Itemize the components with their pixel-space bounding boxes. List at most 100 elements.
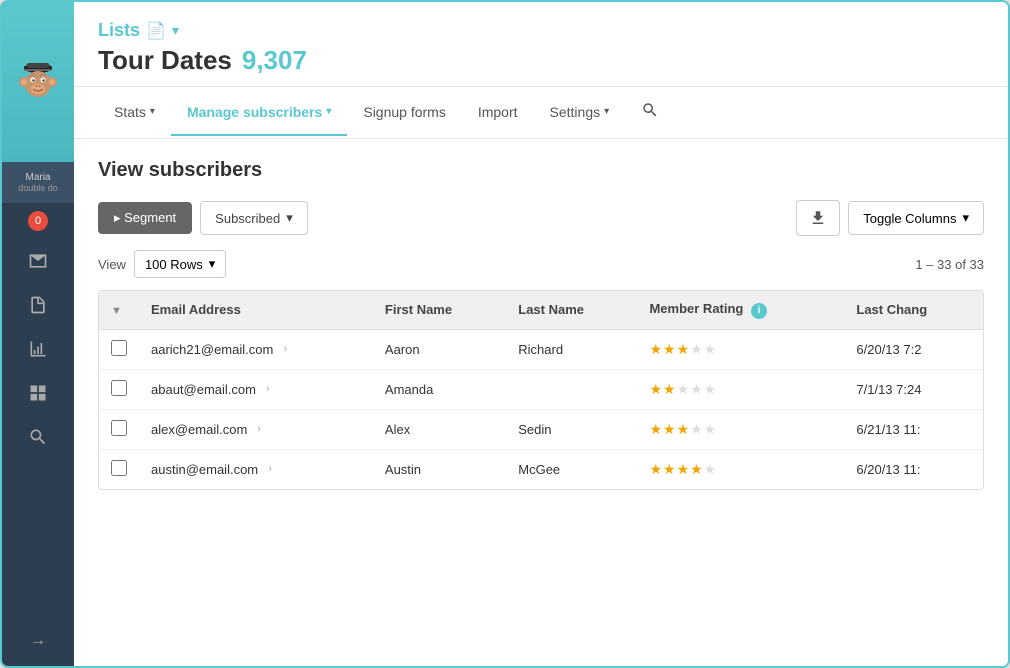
row-first-name: Amanda (373, 369, 506, 409)
toggle-columns-label: Toggle Columns (863, 211, 956, 226)
row-arrow: › (279, 343, 287, 355)
row-last-name: Sedin (506, 409, 637, 449)
th-last-changed: Last Chang (844, 291, 983, 329)
pagination: 1 – 33 of 33 (915, 257, 984, 272)
th-first-name: First Name (373, 291, 506, 329)
mail-icon (28, 251, 48, 271)
sidebar-logo (2, 2, 74, 162)
rows-select-label: 100 Rows (145, 257, 203, 272)
search-nav-icon (28, 427, 48, 447)
row-rating: ★★★★★ (637, 409, 844, 449)
subscribed-label: Subscribed (215, 211, 280, 226)
row-last-name (506, 369, 637, 409)
tab-import[interactable]: Import (462, 90, 534, 136)
row-email: aarich21@email.com › (139, 329, 373, 369)
monkey-icon (12, 56, 64, 108)
row-email: alex@email.com › (139, 409, 373, 449)
stats-tab-arrow: ▾ (150, 106, 155, 117)
main-content: Lists 📄 ▾ Tour Dates 9,307 Stats ▾ Manag… (74, 2, 1008, 666)
row-checkbox[interactable] (111, 380, 127, 396)
stars: ★★★★★ (649, 381, 717, 397)
row-rating: ★★★★★ (637, 369, 844, 409)
sidebar-bottom: → (18, 616, 58, 666)
segment-button[interactable]: ▸ Segment (98, 202, 192, 234)
sidebar-nav-document[interactable] (2, 283, 74, 327)
subscribers-table: ▼ Email Address First Name Last Name (98, 290, 984, 490)
toggle-columns-button[interactable]: Toggle Columns ▾ (848, 201, 984, 235)
header: Lists 📄 ▾ Tour Dates 9,307 (74, 2, 1008, 87)
row-last-changed: 6/21/13 11: (844, 409, 983, 449)
row-first-name: Alex (373, 409, 506, 449)
table-row: austin@email.com › Austin McGee ★★★★★ 6/… (99, 449, 983, 489)
row-arrow: › (262, 383, 270, 395)
table-row: abaut@email.com › Amanda ★★★★★ 7/1/13 7:… (99, 369, 983, 409)
sidebar: Maria double do 0 (2, 2, 74, 666)
row-checkbox[interactable] (111, 460, 127, 476)
search-icon (641, 101, 659, 119)
th-checkbox: ▼ (99, 291, 139, 329)
list-name: Tour Dates (98, 45, 232, 76)
download-button[interactable] (796, 200, 840, 236)
row-last-name: McGee (506, 449, 637, 489)
sidebar-nav-chart[interactable] (2, 327, 74, 371)
content-area: View subscribers ▸ Segment Subscribed ▾ (74, 139, 1008, 666)
template-icon (28, 383, 48, 403)
toggle-columns-arrow: ▾ (962, 210, 969, 226)
row-first-name: Austin (373, 449, 506, 489)
breadcrumb-dropdown[interactable]: ▾ (172, 22, 179, 39)
row-last-changed: 6/20/13 7:2 (844, 329, 983, 369)
table-row: aarich21@email.com › Aaron Richard ★★★★★… (99, 329, 983, 369)
row-rating: ★★★★★ (637, 449, 844, 489)
row-email: austin@email.com › (139, 449, 373, 489)
row-checkbox-cell (99, 369, 139, 409)
row-checkbox[interactable] (111, 340, 127, 356)
stars: ★★★★★ (649, 341, 717, 357)
view-left: View 100 Rows ▾ (98, 250, 226, 278)
row-checkbox[interactable] (111, 420, 127, 436)
sidebar-nav (2, 239, 74, 616)
row-last-changed: 7/1/13 7:24 (844, 369, 983, 409)
toolbar: ▸ Segment Subscribed ▾ Toggle Columns ▾ (98, 200, 984, 236)
toolbar-left: ▸ Segment Subscribed ▾ (98, 201, 308, 235)
row-rating: ★★★★★ (637, 329, 844, 369)
th-member-rating: Member Rating i (637, 291, 844, 329)
app-layout: Maria double do 0 (2, 2, 1008, 666)
sidebar-bottom-arrow[interactable]: → (18, 626, 58, 656)
row-arrow: › (253, 423, 261, 435)
view-row: View 100 Rows ▾ 1 – 33 of 33 (98, 250, 984, 278)
stars: ★★★★★ (649, 421, 717, 437)
sidebar-user-name: Maria (8, 172, 68, 183)
row-arrow: › (264, 463, 272, 475)
stars: ★★★★★ (649, 461, 717, 477)
list-count: 9,307 (242, 45, 307, 76)
subscribed-arrow: ▾ (286, 210, 293, 226)
sidebar-nav-mail[interactable] (2, 239, 74, 283)
tab-manage-subscribers[interactable]: Manage subscribers ▾ (171, 90, 347, 136)
row-last-changed: 6/20/13 11: (844, 449, 983, 489)
tab-stats[interactable]: Stats ▾ (98, 90, 171, 136)
th-email[interactable]: Email Address (139, 291, 373, 329)
row-email: abaut@email.com › (139, 369, 373, 409)
table-row: alex@email.com › Alex Sedin ★★★★★ 6/21/1… (99, 409, 983, 449)
download-icon (809, 209, 827, 227)
lists-link[interactable]: Lists (98, 20, 140, 41)
sidebar-user-sub: double do (8, 183, 68, 193)
toolbar-right: Toggle Columns ▾ (796, 200, 984, 236)
search-tab[interactable] (633, 87, 667, 138)
sidebar-nav-search[interactable] (2, 415, 74, 459)
row-checkbox-cell (99, 449, 139, 489)
document-breadcrumb-icon: 📄 (146, 21, 166, 41)
table-body: aarich21@email.com › Aaron Richard ★★★★★… (99, 329, 983, 489)
settings-tab-arrow: ▾ (604, 106, 609, 117)
th-last-name: Last Name (506, 291, 637, 329)
manage-tab-arrow: ▾ (326, 106, 331, 117)
member-rating-info-icon[interactable]: i (751, 303, 767, 319)
row-checkbox-cell (99, 329, 139, 369)
subscribed-button[interactable]: Subscribed ▾ (200, 201, 308, 235)
app-window: Maria double do 0 (0, 0, 1010, 668)
sidebar-nav-template[interactable] (2, 371, 74, 415)
tab-settings[interactable]: Settings ▾ (534, 90, 626, 136)
tab-signup-forms[interactable]: Signup forms (347, 90, 461, 136)
row-checkbox-cell (99, 409, 139, 449)
rows-select[interactable]: 100 Rows ▾ (134, 250, 226, 278)
